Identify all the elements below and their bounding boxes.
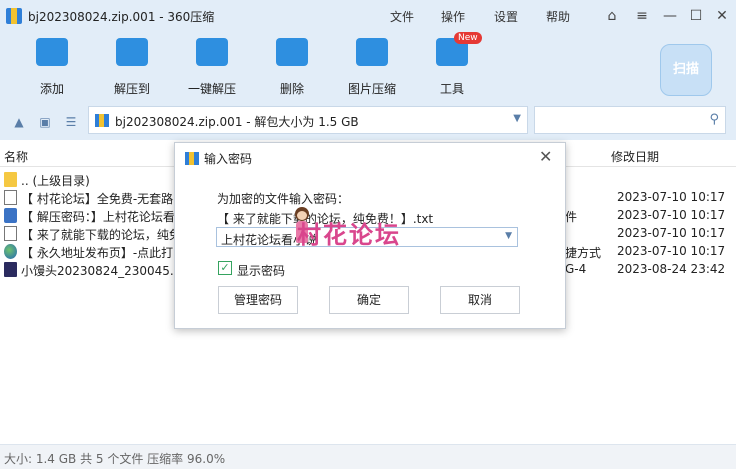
jpg-file-icon	[4, 208, 17, 223]
menu-help[interactable]: 帮助	[546, 8, 570, 25]
dialog-close-button[interactable]: ✕	[539, 147, 552, 166]
image-compress-icon	[356, 38, 388, 66]
file-name: 【 来了就能下载的论坛，纯免	[21, 228, 181, 242]
dialog-prompt: 为加密的文件输入密码：	[217, 192, 350, 206]
title-bar: bj202308024.zip.001 - 360压缩 文件 操作 设置 帮助 …	[0, 0, 736, 32]
close-window-button[interactable]: ✕	[712, 6, 732, 26]
file-type: G-4	[565, 262, 587, 276]
one-click-extract-label: 一键解压	[187, 82, 236, 96]
toolbar: 添加 解压到 一键解压 删除 图片压缩 工具 New	[0, 32, 736, 104]
zip-icon	[185, 152, 199, 165]
add-icon	[36, 38, 68, 66]
list-view-icon[interactable]: ☰	[64, 115, 78, 129]
file-date: 2023-07-10 10:17	[617, 226, 726, 240]
skin-icon[interactable]: ⌂	[602, 6, 622, 26]
manage-password-button[interactable]: 管理密码	[218, 286, 298, 314]
one-click-extract-icon	[196, 38, 228, 66]
tools-button[interactable]: 工具	[417, 38, 487, 97]
file-date: 2023-07-10 10:17	[617, 244, 726, 258]
search-input[interactable]: ⚲	[534, 106, 726, 134]
extract-icon	[116, 38, 148, 66]
add-label: 添加	[39, 82, 64, 96]
watermark-text: 村花论坛	[297, 221, 401, 249]
column-modified[interactable]: 修改日期	[611, 148, 659, 165]
folder-icon	[4, 172, 17, 187]
up-arrow-icon[interactable]: ▲	[12, 115, 26, 129]
path-text: bj202308024.zip.001 - 解包大小为 1.5 GB	[115, 115, 359, 129]
menu-operate[interactable]: 操作	[441, 8, 465, 25]
ok-button[interactable]: 确定	[329, 286, 409, 314]
file-name: 小馒头20230824_230045.m	[21, 264, 186, 278]
file-name: 【 永久地址发布页】-点此打	[21, 246, 174, 260]
status-bar: 大小: 1.4 GB 共 5 个文件 压缩率 96.0%	[0, 444, 736, 469]
file-name: 【 解压密码：】上村花论坛看	[21, 210, 175, 224]
tools-label: 工具	[439, 82, 464, 96]
trash-icon	[276, 38, 308, 66]
column-name[interactable]: 名称	[4, 148, 28, 165]
menu-settings[interactable]: 设置	[494, 8, 518, 25]
file-type: 件	[565, 210, 578, 224]
cancel-button[interactable]: 取消	[440, 286, 520, 314]
extract-to-label: 解压到	[113, 82, 150, 96]
extract-to-button[interactable]: 解压到	[97, 38, 167, 97]
search-icon[interactable]: ⚲	[709, 112, 719, 127]
add-button[interactable]: 添加	[17, 38, 87, 97]
password-dialog: 输入密码 ✕ 为加密的文件输入密码： 【 来了就能下载的论坛，纯免费！】.txt…	[174, 142, 566, 329]
text-file-icon	[4, 190, 17, 205]
delete-button[interactable]: 删除	[257, 38, 327, 97]
file-date: 2023-07-10 10:17	[617, 190, 726, 204]
delete-label: 删除	[279, 82, 304, 96]
dialog-title: 输入密码	[204, 152, 253, 166]
zip-icon	[95, 114, 109, 127]
window-title: bj202308024.zip.001 - 360压缩	[28, 10, 215, 24]
menu-file[interactable]: 文件	[390, 8, 414, 25]
file-date: 2023-07-10 10:17	[617, 208, 726, 222]
thumbnail-view-icon[interactable]: ▣	[38, 115, 52, 129]
chevron-down-icon[interactable]: ▼	[505, 231, 512, 241]
image-compress-label: 图片压缩	[347, 82, 396, 96]
image-compress-button[interactable]: 图片压缩	[337, 38, 407, 97]
file-type: 捷方式	[565, 246, 602, 260]
file-date: 2023-08-24 23:42	[617, 262, 726, 276]
show-password-checkbox[interactable]: ✓	[218, 261, 232, 275]
scan-button[interactable]: 扫描	[660, 44, 712, 96]
app-zip-icon	[6, 8, 22, 24]
text-file-icon	[4, 226, 17, 241]
maximize-button[interactable]: ☐	[686, 6, 706, 26]
main-menu-icon[interactable]: ≡	[632, 6, 652, 26]
path-field[interactable]: bj202308024.zip.001 - 解包大小为 1.5 GB ▼	[88, 106, 528, 134]
mp4-file-icon	[4, 262, 17, 277]
chevron-down-icon[interactable]: ▼	[513, 113, 521, 124]
globe-icon	[4, 244, 17, 259]
one-click-extract-button[interactable]: 一键解压	[177, 38, 247, 97]
new-badge: New	[454, 32, 482, 44]
status-text: 大小: 1.4 GB 共 5 个文件 压缩率 96.0%	[4, 452, 226, 466]
file-name: 【 村花论坛】全免费-无套路	[21, 192, 174, 206]
minimize-button[interactable]: —	[660, 6, 680, 26]
show-password-label: 显示密码	[237, 264, 286, 278]
file-name: .. (上级目录)	[21, 174, 90, 188]
